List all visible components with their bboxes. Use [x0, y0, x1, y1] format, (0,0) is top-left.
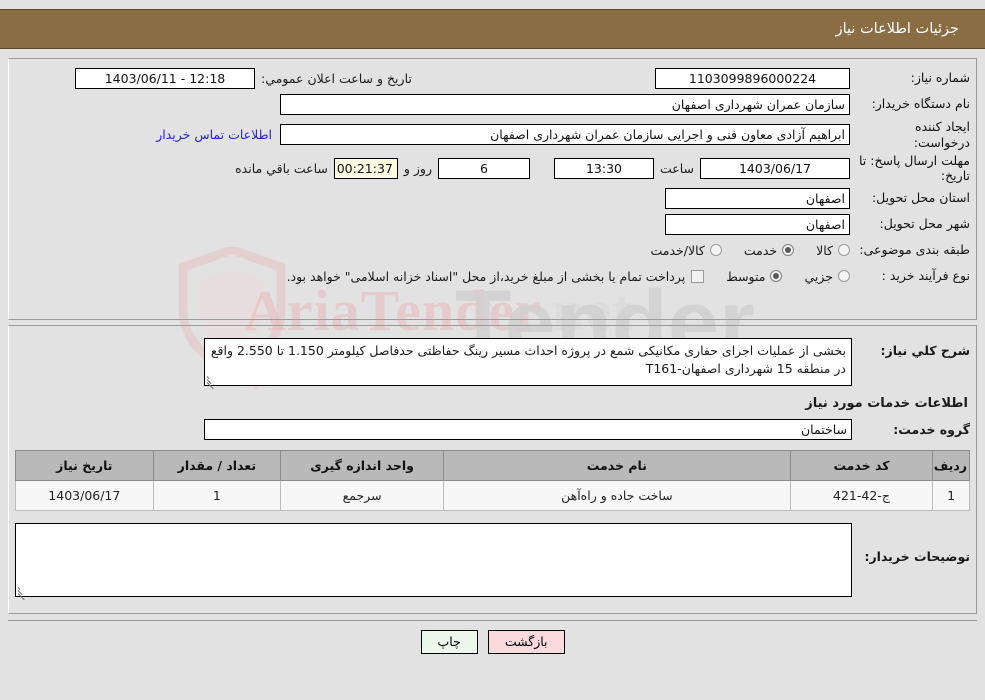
islamic-treasury-checkbox[interactable] — [691, 269, 705, 283]
deadline-time-field[interactable]: 13:30 — [553, 158, 654, 180]
footer-actions: بازگشت چاپ — [8, 620, 977, 655]
cell-date: 1403/06/17 — [15, 480, 154, 512]
back-button[interactable]: بازگشت — [487, 630, 565, 655]
buyer-org-label: نام دستگاه خریدار: — [871, 96, 970, 112]
description-label: شرح كلي نياز: — [880, 343, 970, 358]
category-option-khedmat[interactable]: خدمت — [744, 243, 795, 258]
countdown-timer-field: 00:21:37 — [333, 158, 398, 180]
table-row: 1 ج-42-421 ساخت جاده و راه‌آهن سرجمع 1 1… — [15, 480, 970, 512]
radio-icon[interactable] — [838, 270, 850, 282]
row-city: شهر محل تحویل: اصفهان — [15, 213, 970, 235]
cell-quantity: 1 — [152, 480, 282, 512]
row-buyer-comments: توضیحات خریدار: — [15, 519, 970, 605]
process-option-jozyi[interactable]: جزیي — [804, 269, 850, 284]
services-section-title: اطلاعات خدمات مورد نیاز — [805, 396, 968, 412]
deadline-time-label: ساعت — [659, 161, 694, 177]
need-info-panel: شماره نیاز: 1103099896000224 تاریخ و ساع… — [8, 58, 977, 320]
services-table: ردیف کد خدمت نام خدمت واحد اندازه گیری ت… — [15, 450, 970, 512]
col-date: تاریخ نیاز — [15, 450, 154, 482]
category-label: طبقه بندی موضوعی: — [859, 242, 970, 258]
public-announce-field[interactable]: 12:18 - 1403/06/11 — [75, 67, 255, 89]
page-title: جزئیات اطلاعات نیاز — [835, 21, 959, 37]
row-service-group: گروه خدمت: ساختمان — [15, 417, 970, 450]
table-header-row: ردیف کد خدمت نام خدمت واحد اندازه گیری ت… — [15, 450, 970, 482]
print-button[interactable]: چاپ — [420, 630, 478, 655]
col-code: کد خدمت — [789, 450, 934, 482]
row-process-type: نوع فرآیند خرید : جزیي متوسط پرداخت تمام… — [15, 265, 970, 287]
buyer-comments-label: توضیحات خریدار: — [864, 549, 970, 565]
province-label: استان محل تحویل: — [871, 190, 970, 206]
row-need-number: شماره نیاز: 1103099896000224 تاریخ و ساع… — [15, 67, 970, 89]
service-group-field[interactable]: ساختمان — [204, 419, 852, 441]
buyer-comments-textarea[interactable] — [15, 523, 852, 601]
row-description: شرح كلي نياز: بخشی از عملیات اجرای حفاری… — [15, 334, 970, 390]
days-remaining-field[interactable]: 6 — [437, 158, 530, 180]
resize-grip-icon[interactable] — [206, 374, 217, 390]
service-group-label: گروه خدمت: — [893, 422, 970, 438]
days-label: روز و — [403, 161, 432, 177]
radio-icon[interactable] — [770, 270, 783, 282]
need-number-label: شماره نیاز: — [910, 70, 970, 86]
row-requester: ایجاد کننده درخواست: ابراهیم آزادی معاون… — [15, 119, 970, 150]
buyer-org-field[interactable]: سازمان عمران شهرداری اصفهان — [280, 93, 850, 115]
radio-icon[interactable] — [709, 244, 722, 256]
process-label: نوع فرآیند خرید : — [881, 268, 970, 284]
row-deadline: مهلت ارسال پاسخ: تا تاریخ: 1403/06/17 سا… — [15, 154, 970, 183]
process-option-motavaset[interactable]: متوسط — [726, 269, 783, 284]
cell-unit: سرجمع — [280, 480, 445, 512]
deadline-date-field[interactable]: 1403/06/17 — [700, 158, 850, 180]
category-option-kala[interactable]: کالا — [816, 243, 850, 258]
col-name: نام خدمت — [443, 450, 791, 482]
requester-label: ایجاد کننده درخواست: — [913, 119, 970, 150]
page-header: جزئیات اطلاعات نیاز — [0, 9, 985, 49]
radio-icon[interactable] — [838, 244, 850, 256]
radio-icon[interactable] — [782, 244, 795, 256]
cell-code: ج-42-421 — [789, 480, 934, 512]
requester-field[interactable]: ابراهیم آزادی معاون فنی و اجرایی سازمان … — [280, 124, 850, 146]
col-quantity: تعداد / مقدار — [152, 450, 282, 482]
col-index: ردیف — [932, 450, 970, 482]
resize-grip-icon[interactable] — [17, 585, 28, 601]
city-label: شهر محل تحویل: — [879, 216, 970, 232]
timer-label: ساعت باقي مانده — [235, 161, 328, 177]
category-option-kala-khedmat[interactable]: کالا/خدمت — [650, 243, 722, 258]
row-buyer-org: نام دستگاه خریدار: سازمان عمران شهرداری … — [15, 93, 970, 115]
description-textarea[interactable]: بخشی از عملیات اجرای حفاری مکانیکی شمع د… — [204, 338, 852, 390]
payment-note: پرداخت تمام یا بخشی از مبلغ خرید،از محل … — [286, 268, 686, 284]
cell-name: ساخت جاده و راه‌آهن — [443, 480, 791, 512]
row-province: استان محل تحویل: اصفهان — [15, 187, 970, 209]
process-radio-group: جزیي متوسط — [704, 269, 850, 284]
cell-index: 1 — [932, 480, 970, 512]
row-category: طبقه بندی موضوعی: کالا خدمت کالا/خدمت — [15, 239, 970, 261]
city-field[interactable]: اصفهان — [665, 213, 850, 235]
buyer-contact-link[interactable]: اطلاعات تماس خریدار — [148, 127, 280, 142]
province-field[interactable]: اصفهان — [665, 187, 850, 209]
services-panel: شرح كلي نياز: بخشی از عملیات اجرای حفاری… — [8, 325, 977, 615]
col-unit: واحد اندازه گیری — [280, 450, 445, 482]
deadline-label: مهلت ارسال پاسخ: تا تاریخ: — [859, 153, 970, 183]
need-number-field[interactable]: 1103099896000224 — [655, 67, 850, 89]
public-announce-label: تاریخ و ساعت اعلان عمومي: — [261, 70, 412, 86]
category-radio-group: کالا خدمت کالا/خدمت — [628, 243, 850, 258]
